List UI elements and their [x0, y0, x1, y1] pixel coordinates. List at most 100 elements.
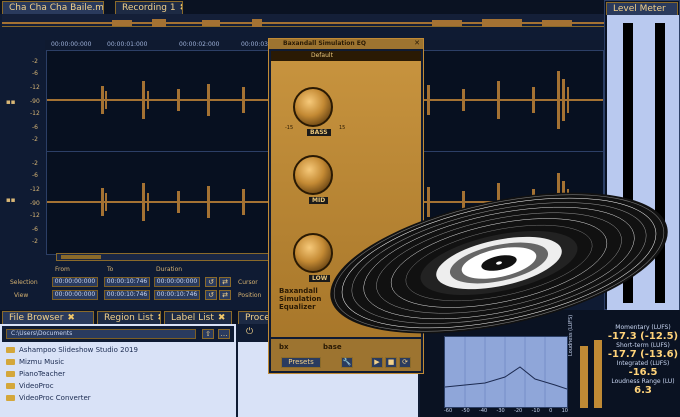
- tab-file[interactable]: Cha Cha Cha Baile.mp3✖: [2, 1, 104, 14]
- wrench-button[interactable]: 🔧: [341, 357, 353, 368]
- folder-name: PianoTeacher: [19, 370, 66, 378]
- scale-tick: 10: [561, 408, 568, 414]
- copy-selection-button[interactable]: ⇄: [219, 277, 231, 287]
- db-tick: -6: [32, 172, 38, 179]
- view-duration-field[interactable]: 00:00:10:746: [154, 290, 200, 300]
- preset-name[interactable]: Default: [311, 52, 333, 59]
- close-icon[interactable]: ✖: [67, 313, 75, 323]
- selection-to-field[interactable]: 00:00:10:746: [104, 277, 150, 287]
- ruler-tick: 00:00:02:000: [179, 41, 220, 48]
- scale-tick: -60: [444, 408, 453, 414]
- path-dropdown[interactable]: C:\Users\Documents: [6, 329, 196, 339]
- list-item[interactable]: VideoProc Converter: [6, 392, 232, 404]
- copy-view-button[interactable]: ⇄: [219, 290, 231, 300]
- stop-button[interactable]: ■: [385, 357, 397, 368]
- scale-tick: -30: [496, 408, 505, 414]
- folder-icon: [6, 371, 15, 377]
- db-tick: -12: [30, 110, 40, 117]
- tab-region-list[interactable]: Region List✖: [97, 311, 161, 324]
- plugin-title: Baxandall Simulation EQ: [283, 40, 366, 47]
- tab-recording[interactable]: Recording 1 ✖: [115, 1, 183, 14]
- close-icon[interactable]: ✕: [414, 39, 420, 47]
- loudness-graph-svg: [444, 337, 568, 407]
- col-from-label: From: [55, 266, 70, 273]
- folder-list: Ashampoo Slideshow Studio 2019 Mizmu Mus…: [6, 344, 232, 404]
- bass-knob[interactable]: [293, 87, 333, 127]
- scrollbar-thumb[interactable]: [61, 255, 101, 259]
- scale-tick: -10: [531, 408, 540, 414]
- scale-tick: -20: [514, 408, 523, 414]
- selection-from-field[interactable]: 00:00:00:000: [52, 277, 98, 287]
- tab-label-list-label: Label List: [171, 313, 214, 323]
- scale-max: 15: [339, 125, 346, 131]
- bass-knob-label: BASS: [307, 129, 331, 136]
- folder-icon: [6, 347, 15, 353]
- scale-tick: -50: [461, 408, 470, 414]
- plugin-name-line3: Equalizer: [279, 303, 316, 311]
- scale-tick: 0: [549, 408, 553, 414]
- db-tick: -90: [30, 98, 40, 105]
- db-tick: -12: [30, 84, 40, 91]
- scale-min: -15: [285, 125, 294, 131]
- db-tick: -2: [32, 160, 38, 167]
- plugin-titlebar[interactable]: Baxandall Simulation EQ ✕: [269, 39, 423, 49]
- list-item[interactable]: PianoTeacher: [6, 368, 232, 380]
- channel-1-icon[interactable]: ▪▪: [6, 98, 16, 106]
- db-tick: -12: [30, 186, 40, 193]
- view-to-field[interactable]: 00:00:10:746: [104, 290, 150, 300]
- file-browser: C:\Users\Documents ⇧ … Ashampoo Slidesho…: [0, 324, 236, 417]
- integrated-value: -16.5: [628, 367, 658, 378]
- folder-name: VideoProc Converter: [19, 394, 91, 402]
- selection-duration-field[interactable]: 00:00:00:000: [154, 277, 200, 287]
- close-icon[interactable]: ✖: [157, 313, 160, 323]
- browse-button[interactable]: …: [218, 329, 230, 339]
- channel-controls: ▪▪ ▪▪: [0, 50, 30, 260]
- folder-name: VideoProc: [19, 382, 54, 390]
- close-icon[interactable]: ✖: [180, 3, 182, 13]
- bypass-label: base: [323, 343, 342, 351]
- brand-logo: bx: [279, 343, 289, 351]
- tab-label-list[interactable]: Label List ✖: [164, 311, 232, 324]
- power-icon[interactable]: ⏻: [246, 327, 253, 337]
- loudness-graph: [444, 336, 568, 408]
- tab-file-browser-label: File Browser: [9, 313, 64, 323]
- list-item[interactable]: Ashampoo Slideshow Studio 2019: [6, 344, 232, 356]
- db-tick: -6: [32, 124, 38, 131]
- level-meter-title-label: Level Meter: [613, 4, 666, 14]
- range-label: Loudness Range (LU): [611, 378, 675, 385]
- folder-name: Ashampoo Slideshow Studio 2019: [19, 346, 138, 354]
- tab-file-browser[interactable]: File Browser ✖: [2, 311, 94, 324]
- tab-region-list-label: Region List: [104, 313, 154, 323]
- close-icon[interactable]: ✖: [218, 313, 226, 323]
- col-duration-label: Duration: [156, 266, 183, 273]
- overview-waveform: [2, 19, 605, 27]
- level-meter-title: Level Meter: [606, 2, 678, 15]
- presets-button[interactable]: Presets: [281, 357, 321, 368]
- list-item[interactable]: VideoProc: [6, 380, 232, 392]
- up-folder-button[interactable]: ⇧: [202, 329, 214, 339]
- col-to-label: To: [107, 266, 114, 273]
- loudness-bars: [578, 336, 606, 408]
- preset-bar: Default: [271, 51, 421, 61]
- db-tick: -2: [32, 238, 38, 245]
- play-button[interactable]: ▶: [371, 357, 383, 368]
- db-tick: -2: [32, 136, 38, 143]
- shortterm-value: -17.7 (-13.6): [607, 349, 679, 360]
- path-bar: C:\Users\Documents ⇧ …: [2, 326, 234, 342]
- db-tick: -2: [32, 58, 38, 65]
- loudness-bar-1: [580, 346, 588, 408]
- view-from-field[interactable]: 00:00:00:000: [52, 290, 98, 300]
- channel-2-icon[interactable]: ▪▪: [6, 196, 16, 204]
- position-label: Position: [238, 292, 262, 299]
- reset-selection-button[interactable]: ↺: [205, 277, 217, 287]
- list-item[interactable]: Mizmu Music: [6, 356, 232, 368]
- loop-button[interactable]: ⟳: [399, 357, 411, 368]
- folder-icon: [6, 395, 15, 401]
- db-tick: -6: [32, 70, 38, 77]
- shortterm-label: Short-term (LUFS): [616, 342, 670, 349]
- db-tick: -90: [30, 200, 40, 207]
- db-scale: -2 -6 -12 -90 -12 -6 -2 -2 -6 -12 -90 -1…: [30, 50, 46, 255]
- reset-view-button[interactable]: ↺: [205, 290, 217, 300]
- db-tick: -12: [30, 212, 40, 219]
- overview-strip[interactable]: [2, 14, 605, 27]
